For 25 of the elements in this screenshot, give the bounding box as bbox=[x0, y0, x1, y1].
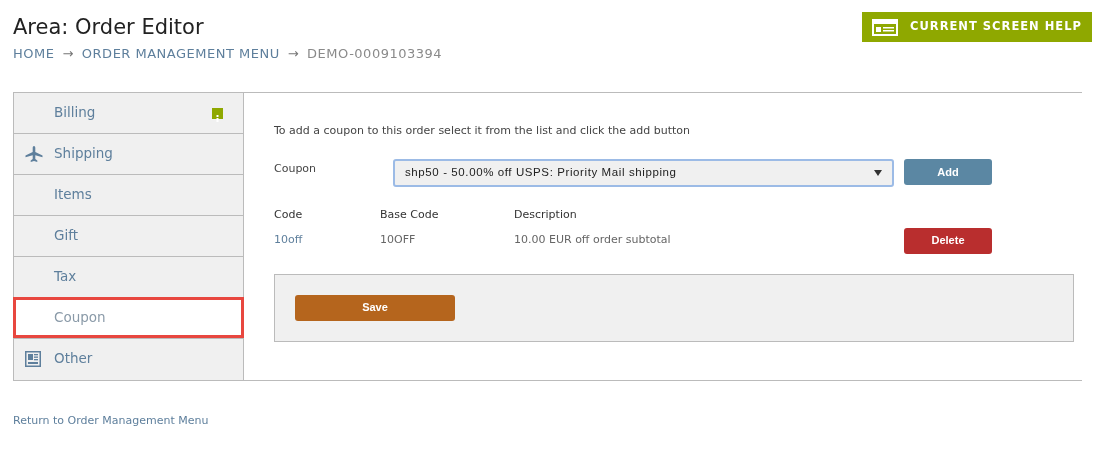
screen-icon bbox=[872, 18, 898, 36]
page-title: Area: Order Editor bbox=[13, 14, 205, 41]
sidebar-item[interactable]: Coupon bbox=[13, 296, 244, 338]
column-header: Code bbox=[274, 207, 304, 223]
dropdown-arrow-icon bbox=[874, 170, 882, 176]
add-button[interactable]: Add bbox=[904, 159, 992, 185]
breadcrumb-arrow: → bbox=[62, 46, 74, 61]
breadcrumb-link[interactable]: HOME bbox=[13, 46, 55, 61]
table-cell-text: 10.00 EUR off order subtotal bbox=[514, 232, 672, 249]
table-cell-text: 10OFF bbox=[380, 232, 417, 249]
form-icon bbox=[25, 350, 41, 367]
save-button[interactable]: Save bbox=[295, 294, 455, 321]
column-header: Base Code bbox=[380, 207, 440, 223]
breadcrumb-current: DEMO-0009103394 bbox=[307, 46, 443, 61]
delete-button[interactable]: Delete bbox=[904, 227, 992, 254]
breadcrumb-link[interactable]: ORDER MANAGEMENT MENU bbox=[81, 46, 280, 61]
return-link[interactable]: Return to Order Management Menu bbox=[13, 412, 1092, 429]
instruction-text: To add a coupon to this order select it from the list and click the add button bbox=[274, 122, 692, 139]
breadcrumb-arrow: → bbox=[287, 46, 300, 61]
help-button[interactable]: CURRENT SCREEN HELP bbox=[862, 12, 1092, 42]
column-header: Description bbox=[514, 207, 578, 223]
coupon-code-link[interactable]: 10off bbox=[274, 232, 380, 249]
airplane-icon bbox=[25, 145, 43, 162]
coupon-select[interactable]: shp50 - 50.00% off USPS: Priority Mail shipping bbox=[393, 159, 894, 187]
field-label: Coupon bbox=[274, 161, 318, 177]
